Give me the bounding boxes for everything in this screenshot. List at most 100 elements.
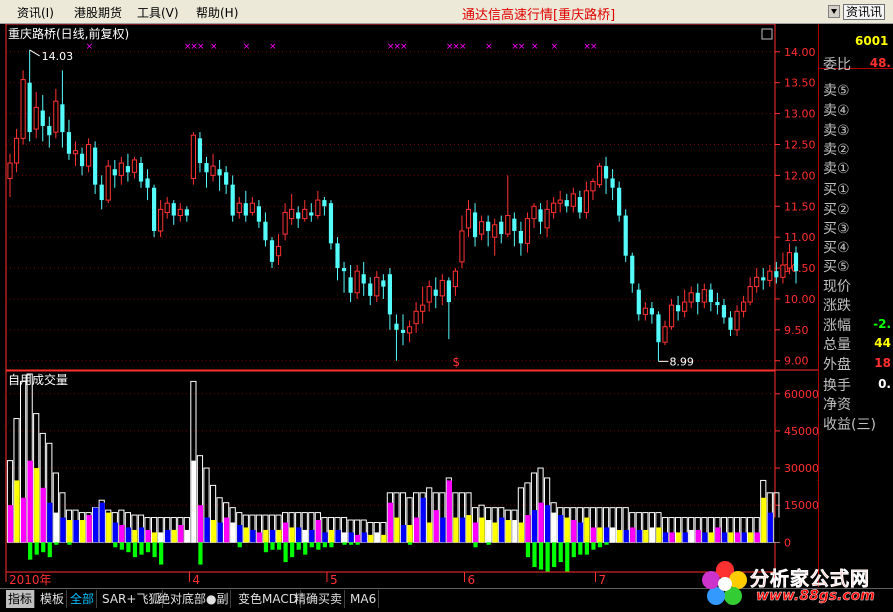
candle-body bbox=[302, 208, 308, 220]
volume-bar-fill bbox=[171, 529, 177, 543]
quote-label: 换手 bbox=[823, 378, 851, 394]
volume-bar-fill bbox=[224, 517, 230, 543]
volume-bar-fill bbox=[433, 510, 439, 543]
volume-neg-bar bbox=[473, 542, 478, 548]
candle-body bbox=[53, 100, 59, 133]
volume-bar-fill bbox=[93, 507, 99, 543]
volume-neg-bar bbox=[132, 542, 138, 558]
volume-bar-fill bbox=[545, 505, 551, 543]
volume-neg-bar bbox=[545, 542, 550, 572]
candle-body bbox=[479, 221, 485, 235]
volume-bar-fill bbox=[466, 515, 472, 543]
candle-body bbox=[328, 203, 334, 244]
tab-indicator-7[interactable]: MA6 bbox=[348, 590, 380, 608]
signal-marker: × bbox=[531, 42, 539, 52]
candle-body bbox=[610, 178, 615, 188]
candle-body bbox=[322, 200, 327, 207]
info-button[interactable]: 资讯讯 bbox=[843, 4, 886, 20]
menu-item-hk-futures[interactable]: 港股期货 bbox=[74, 4, 122, 21]
low-label: 8.99 bbox=[669, 355, 694, 368]
candle-body bbox=[688, 292, 694, 303]
volume-bar-fill bbox=[276, 529, 282, 543]
volume-bar-fill bbox=[178, 524, 184, 543]
candle-body bbox=[315, 199, 321, 217]
price-tick-label: 13.00 bbox=[784, 108, 816, 121]
volume-bar-fill bbox=[695, 529, 701, 543]
candle-body bbox=[394, 323, 399, 330]
volume-bar-fill bbox=[597, 527, 603, 543]
candle-body bbox=[381, 280, 386, 287]
volume-bar-fill bbox=[14, 480, 20, 543]
tab-indicator-2[interactable]: 全部 bbox=[68, 590, 98, 608]
tab-indicator-0[interactable]: 指标 bbox=[6, 590, 36, 608]
menu-item-tools[interactable]: 工具(V) bbox=[137, 4, 179, 21]
tab-indicator-4[interactable]: 绝对底部●副 bbox=[156, 590, 232, 608]
volume-neg-bar bbox=[270, 542, 275, 550]
candle-body bbox=[420, 304, 426, 312]
volume-bar-fill bbox=[296, 527, 302, 543]
volume-bar-fill bbox=[741, 532, 747, 543]
candle-body bbox=[505, 215, 511, 235]
volume-neg-bar bbox=[538, 542, 544, 570]
candle-body bbox=[335, 243, 340, 269]
volume-bar-fill bbox=[99, 502, 105, 543]
high-pointer bbox=[29, 49, 40, 57]
volume-neg-bar bbox=[578, 542, 583, 555]
price-tick-label: 9.50 bbox=[784, 324, 809, 337]
candle-body bbox=[361, 274, 366, 284]
candle-body bbox=[531, 205, 537, 220]
volume-neg-bar bbox=[558, 542, 563, 563]
volume-bar-fill bbox=[453, 517, 459, 543]
volume-bar-fill bbox=[551, 512, 557, 543]
tab-indicator-3[interactable]: SAR+飞狐 bbox=[100, 590, 164, 608]
volume-bar-fill bbox=[754, 532, 760, 543]
quote-label: 收益(三) bbox=[823, 417, 876, 433]
candle-body bbox=[275, 245, 282, 257]
candle-body bbox=[93, 147, 98, 185]
volume-bar-fill bbox=[400, 524, 407, 543]
signal-marker: × bbox=[518, 42, 526, 52]
candle-body bbox=[263, 221, 268, 241]
volume-bar-fill bbox=[610, 527, 616, 543]
quote-label: 净资 bbox=[823, 397, 851, 413]
candle-body bbox=[524, 218, 531, 244]
volume-bar-fill bbox=[748, 532, 754, 543]
volume-bar-fill bbox=[73, 520, 79, 543]
candle-body bbox=[224, 172, 229, 185]
volume-bar-fill bbox=[394, 517, 400, 543]
volume-neg-bar bbox=[54, 542, 59, 545]
price-chart-title: 重庆路桥(日线,前复权) bbox=[8, 26, 129, 41]
date-label: 6 bbox=[468, 573, 476, 587]
volume-chart-title: 自用成交量 bbox=[8, 372, 68, 387]
candle-body bbox=[544, 208, 550, 229]
volume-bar-fill bbox=[387, 502, 393, 543]
tab-indicator-6[interactable]: 精确买卖 bbox=[292, 590, 346, 608]
volume-bar-fill bbox=[512, 520, 518, 543]
flower-logo-icon bbox=[702, 561, 747, 605]
maximize-icon[interactable] bbox=[761, 28, 773, 40]
menu-item-help[interactable]: 帮助(H) bbox=[196, 4, 238, 21]
signal-marker: × bbox=[459, 42, 467, 52]
candle-body bbox=[465, 208, 472, 229]
watermark: 分析家公式网 www.88gs.com bbox=[698, 556, 893, 608]
candle-body bbox=[642, 307, 648, 315]
candle-body bbox=[204, 163, 209, 173]
candle-body bbox=[708, 289, 713, 303]
chart-area[interactable]: 重庆路桥(日线,前复权) 14.00 13.50 13.00 12.50 12.00 11… bbox=[0, 24, 818, 588]
quote-value: 18 bbox=[874, 356, 891, 370]
quote-label: 买② bbox=[823, 202, 850, 218]
candle-body bbox=[210, 165, 216, 176]
quote-value: -2. bbox=[873, 317, 891, 331]
volume-neg-bar bbox=[597, 542, 603, 548]
volume-bar-fill bbox=[112, 522, 118, 543]
dropdown-arrow-icon[interactable] bbox=[828, 5, 840, 18]
volume-neg-bar bbox=[329, 542, 334, 548]
volume-bar-fill bbox=[132, 529, 138, 543]
quote-label: 现价 bbox=[823, 279, 851, 295]
volume-bar-fill bbox=[420, 497, 426, 543]
candle-body bbox=[596, 165, 603, 186]
candle-body bbox=[145, 178, 150, 188]
tab-indicator-1[interactable]: 模板 bbox=[38, 590, 68, 608]
menu-item-info[interactable]: 资讯(I) bbox=[17, 4, 54, 21]
volume-bar-fill bbox=[459, 517, 466, 543]
